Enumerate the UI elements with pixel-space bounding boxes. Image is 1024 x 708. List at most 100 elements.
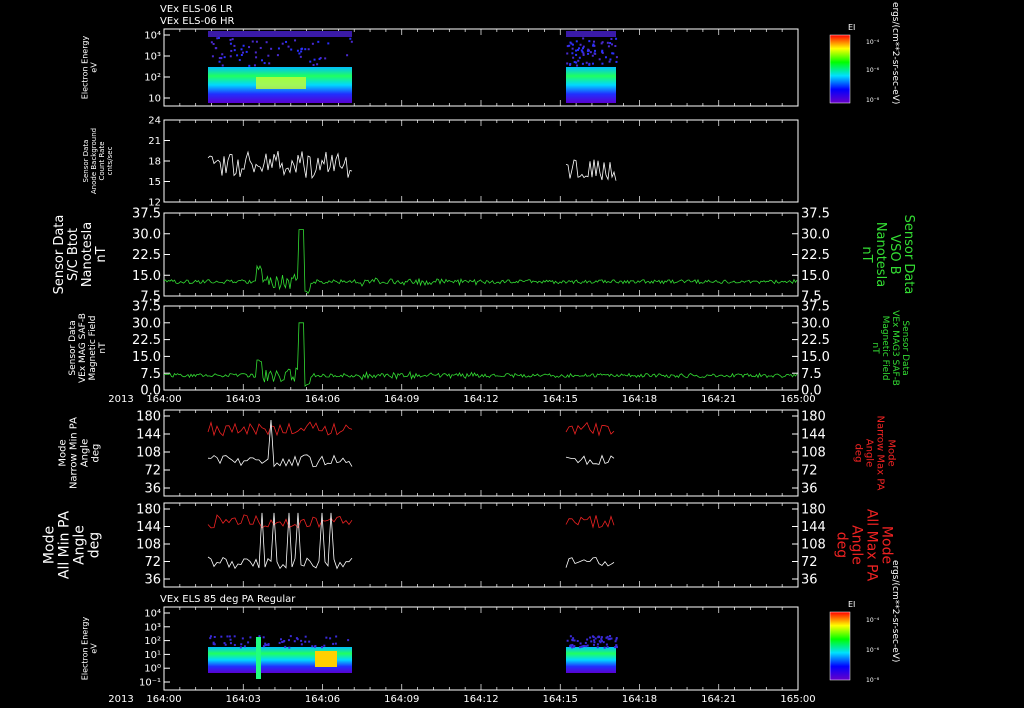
panel-5-ytick-label: 180 <box>136 410 161 425</box>
panel-3-ylabel-line-3: nT <box>94 246 109 262</box>
panel-7-spec-speckle <box>213 635 216 638</box>
panel-7-spec-speckle <box>593 641 596 644</box>
panel-1-spec-speckle <box>233 49 236 52</box>
panel-1-spec-speckle <box>307 48 310 51</box>
panel-1-spec-speckle <box>576 64 579 67</box>
panel-6-ytick-right-label: 36 <box>801 573 818 588</box>
panel-2-ylabel-line-1: Anode Background <box>90 128 98 194</box>
header-line-2: VEx ELS-06 HR <box>160 16 235 27</box>
panel-1-spec-speckle <box>263 62 266 65</box>
panel-1-ytick-label: 10 <box>148 94 161 105</box>
colorbar-bottom-tick-1: 10⁻⁴ <box>866 617 880 624</box>
panel-1-spec-speckle <box>614 45 617 48</box>
time-axis-tick-mid: 165:00 <box>780 394 815 405</box>
panel-5-ylabel-line-0: Mode <box>58 439 69 466</box>
panel-7-ytick-label: 10⁴ <box>144 609 161 620</box>
panel-1-spec-band <box>566 67 616 103</box>
panel-1-spec-speckle <box>221 64 224 67</box>
panel-1-spec-speckle <box>290 48 293 51</box>
panel-1-spec-speckle <box>233 44 236 47</box>
panel-1-spec-speckle <box>294 39 297 42</box>
panel-7-spec-speckle <box>573 645 576 648</box>
panel-1-spec-speckle <box>220 57 223 60</box>
panel-1-spec-speckle <box>575 40 578 43</box>
panel-7-spec-speckle <box>596 646 599 649</box>
panel-7-spec-speckle <box>566 639 569 642</box>
panel-3-ytick-right-label: 15.0 <box>801 269 830 284</box>
panel-1-spec-speckle <box>229 38 232 41</box>
panel-5-ylabel-right-line-0: Mode <box>886 439 897 466</box>
time-axis-tick-mid: 164:15 <box>543 394 578 405</box>
panel-1-spec-speckle <box>211 55 214 58</box>
panel-1-spec-speckle <box>236 54 239 57</box>
panel-1-spec-speckle <box>575 49 578 52</box>
panel-7-spec-speckle <box>334 642 337 645</box>
panel-6-ylabel-line-3: deg <box>87 532 103 558</box>
panel-1-spec-speckle <box>609 58 612 61</box>
time-axis-tick-bottom: 164:00 <box>146 694 181 705</box>
panel-6-ytick-label: 72 <box>144 555 161 570</box>
panel-1-ylabel-line-1: eV <box>90 62 99 73</box>
panel-1-spec-speckle <box>575 61 578 64</box>
panel-1-spec-speckle <box>287 45 290 48</box>
panel-7-spec-speckle <box>584 641 587 644</box>
time-axis-year-mid: 2013 <box>108 394 133 405</box>
panel-7-spec-speckle <box>583 644 586 647</box>
colorbar-bottom-unit: ergs/(cm**2-sr-sec-eV) <box>890 560 900 662</box>
panel-7-spec-speckle <box>213 643 216 646</box>
panel-4-ylabel-line-0: Sensor Data <box>68 320 78 375</box>
time-axis-tick-mid: 164:03 <box>226 394 261 405</box>
panel-5-ytick-label: 36 <box>144 482 161 497</box>
panel-4-ylabel-right-line-2: Magnetic Field <box>880 316 890 381</box>
panel-7-ylabel-line-1: eV <box>90 643 99 654</box>
panel-1-spec-speckle <box>221 53 224 56</box>
panel-5-ylabel-right-line-2: Angle <box>864 439 875 467</box>
panel-7-spec-speckle <box>592 636 595 639</box>
panel-1-spec-speckle <box>593 40 596 43</box>
panel-1-spec-speckle <box>566 62 569 65</box>
panel-1-spec-speckle <box>611 52 614 55</box>
panel-4-ytick-label: 30.0 <box>132 316 161 331</box>
panel-7-spec-hotspot <box>315 651 337 667</box>
panel-6-ylabel-line-2: Angle <box>72 525 88 565</box>
panel-6-ytick-label: 36 <box>144 573 161 588</box>
panel-1-spec-speckle <box>270 47 273 50</box>
colorbar-top-tick-1: 10⁻⁴ <box>866 39 880 46</box>
panel-7-spec-speckle <box>600 636 603 639</box>
panel-1-spec-speckle <box>261 59 264 62</box>
panel-7-spec-band <box>566 647 616 673</box>
panel-7-ytick-label: 10² <box>144 636 161 647</box>
panel-7-spec-speckle <box>571 639 574 642</box>
panel-7-ytick-label: 10³ <box>144 622 161 633</box>
panel-7-spec-speckle <box>592 643 595 646</box>
panel-7-spec-speckle <box>597 636 600 639</box>
panel-1-spec-speckle <box>581 62 584 65</box>
panel-1-spec-speckle <box>254 51 257 54</box>
panel-3-ylabel-right-line-0: Sensor Data <box>901 215 916 295</box>
panel-1-spec-speckle <box>216 37 219 40</box>
panel-7-spec-speckle <box>267 643 270 646</box>
panel-7-spec-speckle <box>308 640 311 643</box>
panel-1-spec-speckle <box>577 59 580 62</box>
panel-1-spec-speckle <box>594 49 597 52</box>
panel-7-ytick-label: 10¹ <box>144 650 161 661</box>
time-axis-tick-bottom: 164:15 <box>543 694 578 705</box>
panel-7-spec-speckle <box>304 635 307 638</box>
panel-1-spec-speckle <box>606 41 609 44</box>
panel-5-ylabel-line-1: Narrow Min PA <box>69 417 80 489</box>
panel-7-spec-speckle <box>229 642 232 645</box>
panel-3-ylabel-right-line-1: VSO B <box>887 234 902 274</box>
panel-1-spec-speckle <box>229 42 232 45</box>
panel-1-spec-speckle <box>591 54 594 57</box>
panel-6-ylabel-right-line-1: All Max PA <box>864 509 880 582</box>
panel-7-spec-speckle <box>282 640 285 643</box>
panel-1-spec-speckle <box>312 63 315 66</box>
panel-6-ylabel-right-line-0: Mode <box>879 526 895 564</box>
panel-7-spec-speckle <box>284 645 287 648</box>
colorbar-bottom-label: EI <box>848 600 855 609</box>
panel-7-spec-speckle <box>243 645 246 648</box>
panel-7-spec-speckle <box>226 635 229 638</box>
panel-1-spec-speckle <box>223 56 226 59</box>
panel-4-ytick-right-label: 30.0 <box>801 316 830 331</box>
panel-1-spec-speckle <box>285 40 288 43</box>
